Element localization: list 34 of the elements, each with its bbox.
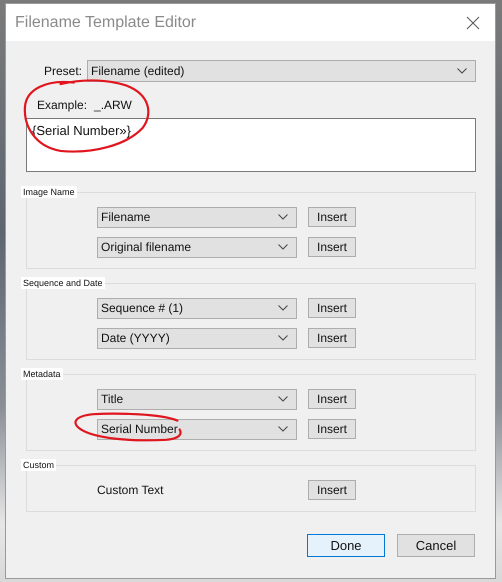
insert-button[interactable]: Insert — [308, 207, 356, 227]
example-label: Example: — [37, 98, 88, 112]
done-button[interactable]: Done — [307, 534, 385, 557]
chevron-down-icon — [278, 335, 288, 341]
chevron-down-icon — [278, 426, 288, 432]
close-icon — [466, 16, 480, 30]
chevron-down-icon — [457, 68, 467, 74]
custom-text-label: Custom Text — [97, 483, 164, 497]
chevron-down-icon — [278, 305, 288, 311]
window-title: Filename Template Editor — [15, 14, 196, 32]
dropdown[interactable]: Title — [97, 388, 297, 410]
insert-button[interactable]: Insert — [308, 419, 356, 439]
chevron-down-icon — [278, 214, 288, 220]
dropdown[interactable]: Sequence # (1) — [97, 298, 297, 318]
insert-button[interactable]: Insert — [308, 389, 356, 409]
example-value: _.ARW — [94, 98, 132, 112]
insert-button[interactable]: Insert — [308, 298, 356, 318]
group-title: Custom — [21, 459, 56, 471]
group-title: Metadata — [21, 368, 63, 380]
dropdown[interactable]: Serial Number — [97, 418, 297, 440]
dropdown[interactable]: Original filename — [97, 236, 297, 258]
chevron-down-icon — [278, 244, 288, 250]
group-title: Sequence and Date — [21, 277, 105, 289]
dropdown[interactable]: Date (YYYY) — [97, 328, 297, 348]
cancel-button[interactable]: Cancel — [397, 534, 475, 557]
insert-button[interactable]: Insert — [308, 480, 356, 500]
insert-button[interactable]: Insert — [308, 328, 356, 348]
dropdown[interactable]: Filename (edited) — [87, 60, 476, 82]
group-title: Image Name — [21, 186, 77, 198]
preset-label: Preset: — [42, 64, 82, 78]
dropdown[interactable]: Filename — [97, 206, 297, 228]
chevron-down-icon — [278, 396, 288, 402]
template-field[interactable]: {Serial Number»} — [26, 118, 476, 172]
insert-button[interactable]: Insert — [308, 237, 356, 257]
